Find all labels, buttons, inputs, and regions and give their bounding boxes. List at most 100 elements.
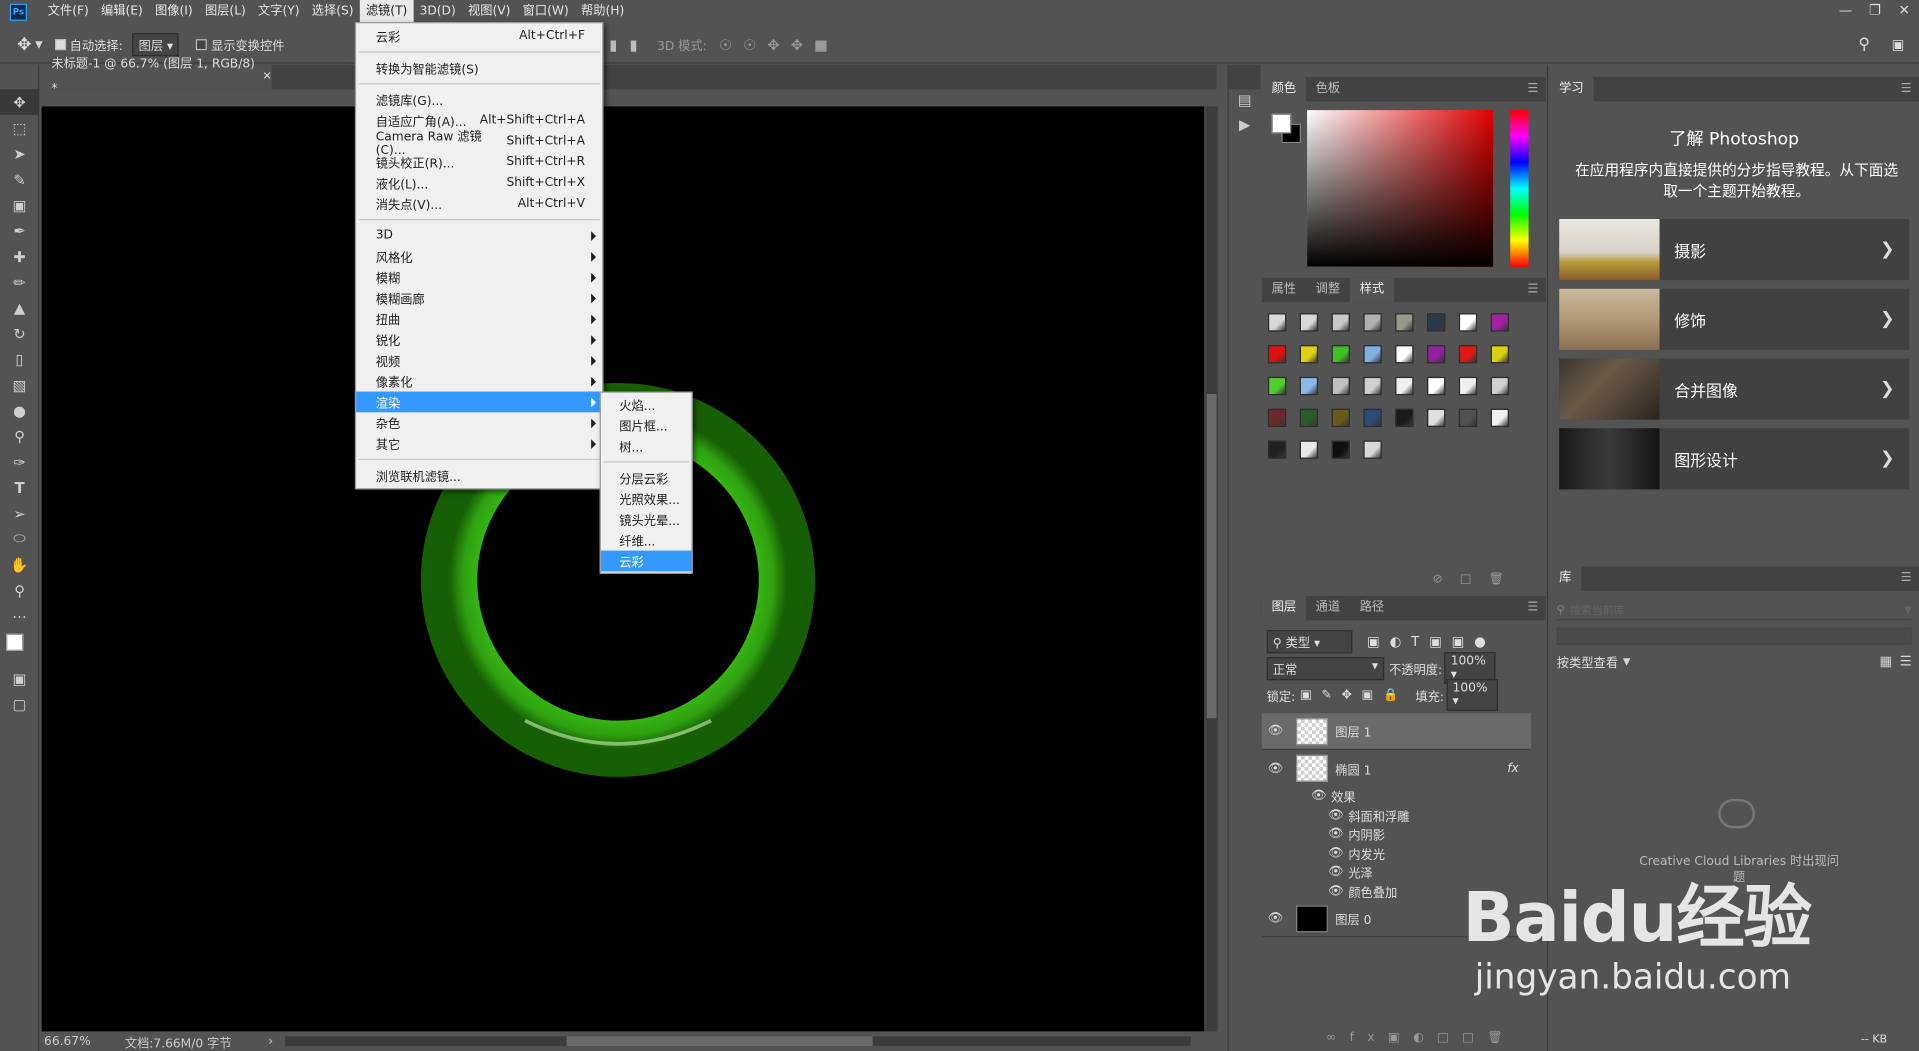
style-swatch[interactable] (1395, 408, 1414, 428)
workspace-icon[interactable]: ▣ (1892, 37, 1905, 53)
3d-mode-icons[interactable]: ☉☉✥✥■ (719, 36, 839, 53)
menu-item[interactable]: 风格化 (356, 246, 602, 267)
menu-item[interactable]: 模糊 (356, 267, 602, 288)
layer-filter-icons[interactable]: ▣◐T▣▣● (1367, 633, 1496, 649)
blur-tool-icon[interactable]: ● (0, 398, 39, 424)
style-swatch[interactable] (1458, 408, 1478, 428)
show-transform-checkbox[interactable] (196, 39, 208, 51)
menu-item[interactable]: 像素化 (356, 371, 602, 392)
learn-topic-card[interactable]: 图形设计 ❯ (1559, 428, 1910, 490)
menu-item[interactable]: 光照效果... (601, 488, 692, 509)
lasso-tool-icon[interactable]: ➤ (0, 141, 39, 167)
visibility-eye-icon[interactable]: 👁 (1262, 912, 1289, 925)
style-swatch[interactable] (1363, 376, 1382, 396)
fg-color-swatch[interactable] (1271, 113, 1292, 134)
brush-tool-icon[interactable]: ✏ (0, 269, 39, 295)
menu-item[interactable]: 图片框... (601, 415, 692, 436)
style-swatch[interactable] (1267, 313, 1287, 332)
screen-mode-icon[interactable]: ▢ (0, 691, 39, 717)
fill-input[interactable]: 100% ▾ (1446, 679, 1498, 711)
path-select-icon[interactable]: ➢ (0, 500, 39, 526)
menu-item[interactable]: 镜头校正(R)... Shift+Ctrl+R (356, 152, 602, 173)
panel-tab[interactable]: 路径 (1350, 596, 1394, 620)
tool-preset-chevron-icon[interactable]: ▼ (35, 39, 43, 50)
menu-item[interactable]: 云彩 (600, 550, 692, 572)
style-swatch[interactable] (1267, 376, 1287, 396)
menu-item[interactable]: 分层云彩 (601, 467, 692, 488)
pen-tool-icon[interactable]: ✑ (0, 449, 39, 475)
menu-item[interactable]: 云彩 Alt+Ctrl+F (356, 26, 602, 47)
more-tools-icon[interactable]: ⋯ (0, 603, 39, 629)
visibility-eye-icon[interactable]: 👁 (1328, 827, 1344, 840)
visibility-eye-icon[interactable]: 👁 (1328, 846, 1344, 859)
visibility-eye-icon[interactable]: 👁 (1328, 808, 1344, 821)
ellipse-tool-icon[interactable]: ⬭ (0, 526, 39, 552)
menu-item[interactable]: 火焰... (601, 394, 692, 415)
move-tool-icon[interactable]: ✥ (0, 89, 40, 116)
style-swatch[interactable] (1458, 376, 1478, 396)
style-swatch[interactable] (1490, 313, 1510, 332)
document-tab[interactable]: 未标题-1 @ 66.7% (图层 1, RGB/8) * ✕ (41, 58, 272, 95)
close-icon[interactable]: ✕ (1890, 2, 1919, 22)
zoom-level[interactable]: 66.67% (44, 1034, 125, 1047)
menu-item[interactable]: 渲染 (356, 391, 603, 413)
style-swatch[interactable] (1267, 345, 1287, 364)
library-search[interactable]: 搜索当前库 (1570, 602, 1625, 618)
menu-item[interactable]: 3D (356, 225, 602, 246)
panel-menu-icon[interactable]: ☰ (1527, 82, 1538, 95)
style-swatch[interactable] (1395, 345, 1414, 364)
style-swatch[interactable] (1458, 313, 1478, 332)
foreground-color[interactable] (6, 633, 24, 651)
menu-6[interactable]: 滤镜(T) (359, 0, 414, 25)
library-dropdown[interactable] (1556, 627, 1912, 645)
quick-mask-icon[interactable]: ▣ (0, 666, 39, 692)
panel-menu-icon[interactable]: ☰ (1901, 571, 1912, 584)
effect-row[interactable]: 👁 斜面和浮雕 (1262, 806, 1531, 825)
menu-item[interactable]: 模糊画廊 (356, 288, 602, 309)
layer-row[interactable]: 👁 椭圆 1 fx (1262, 750, 1531, 787)
quick-select-tool-icon[interactable]: ✎ (0, 166, 39, 192)
menu-8[interactable]: 视图(V) (462, 0, 517, 24)
style-swatch[interactable] (1331, 345, 1350, 364)
menu-item[interactable]: 扭曲 (356, 308, 602, 329)
horizontal-scrollbar[interactable] (285, 1036, 1192, 1047)
learn-topic-card[interactable]: 修饰 ❯ (1559, 288, 1910, 350)
type-tool-icon[interactable]: T (0, 475, 39, 501)
menu-item[interactable]: 视频 (356, 350, 602, 371)
panel-tab[interactable]: 颜色 (1261, 77, 1306, 102)
library-tab[interactable]: 库 (1549, 566, 1582, 591)
menu-item[interactable]: Camera Raw 滤镜(C)... Shift+Ctrl+A (356, 130, 602, 157)
style-swatch[interactable] (1395, 376, 1414, 396)
history-brush-icon[interactable]: ↻ (0, 321, 39, 347)
grid-view-icon[interactable]: ▦ (1879, 653, 1892, 669)
style-swatch[interactable] (1427, 408, 1446, 428)
hscroll-thumb[interactable] (566, 1036, 873, 1047)
effect-row[interactable]: 👁 内阴影 (1262, 825, 1531, 844)
panel-menu-icon[interactable]: ☰ (1901, 82, 1912, 95)
dodge-tool-icon[interactable]: ⚲ (0, 423, 39, 449)
menu-3[interactable]: 图层(L) (199, 0, 252, 24)
view-by-type[interactable]: 按类型查看 (1557, 652, 1618, 670)
color-swatches[interactable] (0, 629, 38, 666)
style-swatch[interactable] (1267, 440, 1287, 459)
menu-item[interactable]: 杂色 (356, 412, 602, 433)
menu-item[interactable]: 树... (601, 436, 692, 457)
play-action-icon[interactable]: ▶ (1229, 116, 1261, 133)
panel-menu-icon[interactable]: ☰ (1527, 283, 1538, 296)
menu-item[interactable]: 消失点(V)... Alt+Ctrl+V (356, 193, 602, 214)
style-swatch[interactable] (1363, 408, 1382, 428)
learn-tab[interactable]: 学习 (1549, 77, 1594, 102)
menu-item[interactable]: 浏览联机滤镜... (356, 465, 602, 486)
style-swatch[interactable] (1331, 408, 1350, 428)
style-swatch[interactable] (1490, 376, 1510, 396)
crop-tool-icon[interactable]: ▣ (0, 192, 39, 218)
blend-mode-dropdown[interactable]: 正常 ▾ (1266, 656, 1385, 680)
style-swatch[interactable] (1299, 345, 1319, 364)
menu-4[interactable]: 文字(Y) (252, 0, 306, 24)
hue-slider[interactable] (1510, 110, 1529, 267)
style-swatch[interactable] (1490, 408, 1510, 428)
layer-row[interactable]: 👁 图层 1 (1261, 713, 1532, 751)
panel-tab[interactable]: 通道 (1306, 596, 1350, 620)
effect-row[interactable]: 👁 内发光 (1262, 844, 1531, 863)
menu-9[interactable]: 窗口(W) (517, 0, 575, 24)
